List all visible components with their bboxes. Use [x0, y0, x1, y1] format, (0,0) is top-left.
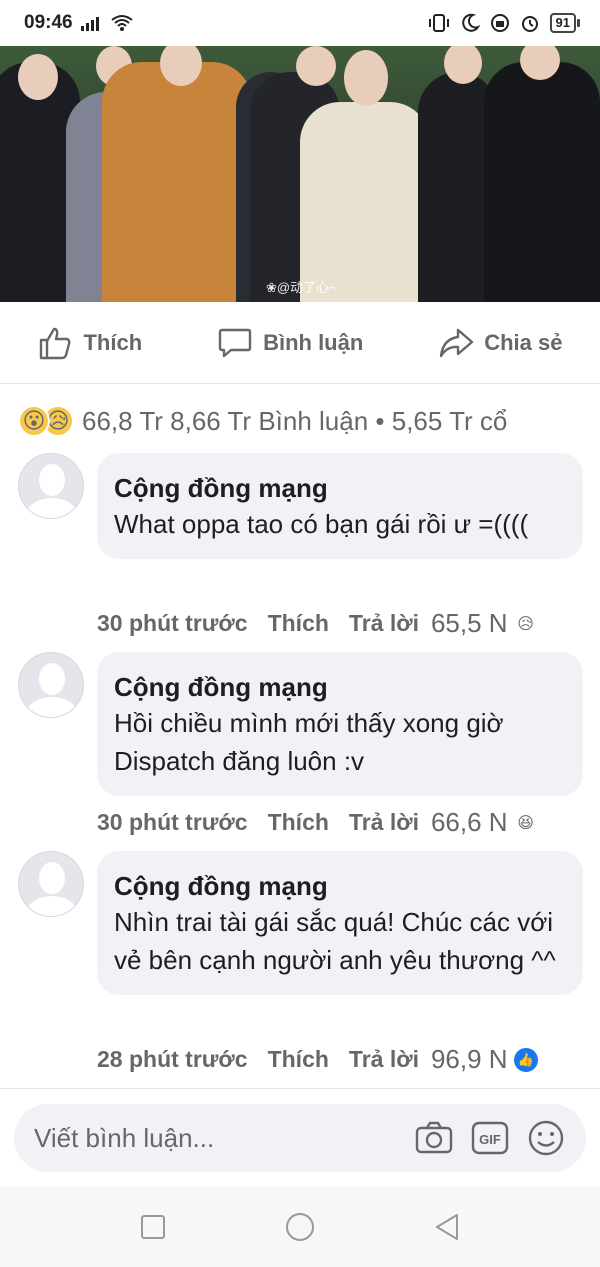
comment-author[interactable]: Cộng đồng mạng: [114, 471, 565, 505]
reaction-summary[interactable]: 😮 😥 66,8 Tr 8,66 Tr Bình luận • 5,65 Tr …: [18, 398, 600, 444]
comment-bubble[interactable]: Cộng đồng mạng Nhìn trai tài gái sắc quá…: [97, 851, 583, 995]
post-photo[interactable]: ❀@动了心~: [0, 46, 600, 302]
data-saver-icon: [490, 14, 509, 32]
haha-reaction-icon: 😆: [517, 814, 534, 832]
like-button[interactable]: Thích: [37, 325, 142, 361]
comment-button[interactable]: Bình luận: [217, 325, 363, 361]
photo-watermark: ❀@动了心~: [266, 280, 337, 295]
comment-label: Bình luận: [263, 329, 364, 355]
comment-bubble[interactable]: Cộng đồng mạng What oppa tao có bạn gái …: [97, 453, 583, 559]
avatar[interactable]: [18, 453, 84, 519]
comment-composer[interactable]: Viết bình luận... GIF: [14, 1104, 586, 1172]
divider: [0, 1088, 600, 1089]
summary-counts: 66,8 Tr 8,66 Tr Bình luận • 5,65 Tr cổ: [82, 405, 508, 436]
comment-reply-button[interactable]: Trả lời: [349, 1046, 419, 1073]
system-nav-bar: [0, 1187, 600, 1267]
share-icon: [440, 328, 474, 357]
comment-time: 30 phút trước: [97, 809, 248, 835]
comment-reply-button[interactable]: Trả lời: [349, 610, 419, 637]
thumbs-up-icon: [40, 327, 71, 359]
emoji-icon[interactable]: [526, 1118, 566, 1158]
comment-author[interactable]: Cộng đồng mạng: [114, 869, 565, 903]
comment-meta: 30 phút trước Thích Trả lời 65,5 N 😥: [97, 608, 597, 639]
comment-like-button[interactable]: Thích: [268, 610, 329, 637]
home-icon[interactable]: [284, 1211, 316, 1243]
wifi-icon: [110, 15, 133, 31]
comment-text: Hồi chiều mình mới thấy xong giờ Dispatc…: [114, 708, 504, 776]
alarm-icon: [521, 16, 538, 32]
back-icon[interactable]: [431, 1211, 463, 1243]
wow-reaction-icon: 😮: [18, 405, 50, 437]
comment-like-button[interactable]: Thích: [268, 1046, 329, 1073]
comment-icon: [218, 328, 252, 357]
comment-time: 30 phút trước: [97, 610, 248, 636]
avatar[interactable]: [18, 652, 84, 718]
comment-text: Nhìn trai tài gái sắc quá! Chúc các với …: [114, 907, 556, 975]
battery-indicator: 91: [549, 13, 581, 33]
camera-icon[interactable]: [414, 1118, 454, 1158]
status-bar: 09:46 91: [0, 0, 600, 46]
comment-meta: 28 phút trước Thích Trả lời 96,9 N 👍: [97, 1044, 597, 1075]
share-button[interactable]: Chia sẻ: [438, 325, 563, 361]
sad-reaction-icon: 😥: [517, 615, 534, 633]
comment-time: 28 phút trước: [97, 1046, 248, 1072]
comment-text: What oppa tao có bạn gái rồi ư =((((: [114, 509, 529, 539]
comment-reaction-count[interactable]: 96,9 N: [431, 1044, 508, 1075]
comment-reaction-count[interactable]: 66,6 N: [431, 807, 508, 838]
signal-icon: [80, 17, 99, 31]
gif-icon[interactable]: GIF: [470, 1118, 510, 1158]
avatar[interactable]: [18, 851, 84, 917]
svg-text:GIF: GIF: [479, 1132, 501, 1147]
share-label: Chia sẻ: [484, 329, 563, 355]
like-reaction-icon: 👍: [513, 1047, 538, 1072]
moon-icon: [461, 13, 480, 32]
comment-reply-button[interactable]: Trả lời: [349, 809, 419, 836]
post-action-bar: Thích Bình luận Chia sẻ: [0, 302, 600, 384]
comment-author[interactable]: Cộng đồng mạng: [114, 670, 565, 704]
like-label: Thích: [83, 329, 143, 355]
comment-input-placeholder[interactable]: Viết bình luận...: [34, 1123, 414, 1154]
comment-bubble[interactable]: Cộng đồng mạng Hồi chiều mình mới thấy x…: [97, 652, 583, 796]
comment-reaction-count[interactable]: 65,5 N: [431, 608, 508, 639]
vibrate-icon: [428, 14, 449, 32]
comment-like-button[interactable]: Thích: [268, 809, 329, 836]
comment-meta: 30 phút trước Thích Trả lời 66,6 N 😆: [97, 807, 597, 838]
status-time: 09:46: [24, 12, 73, 33]
recents-icon[interactable]: [137, 1211, 169, 1243]
